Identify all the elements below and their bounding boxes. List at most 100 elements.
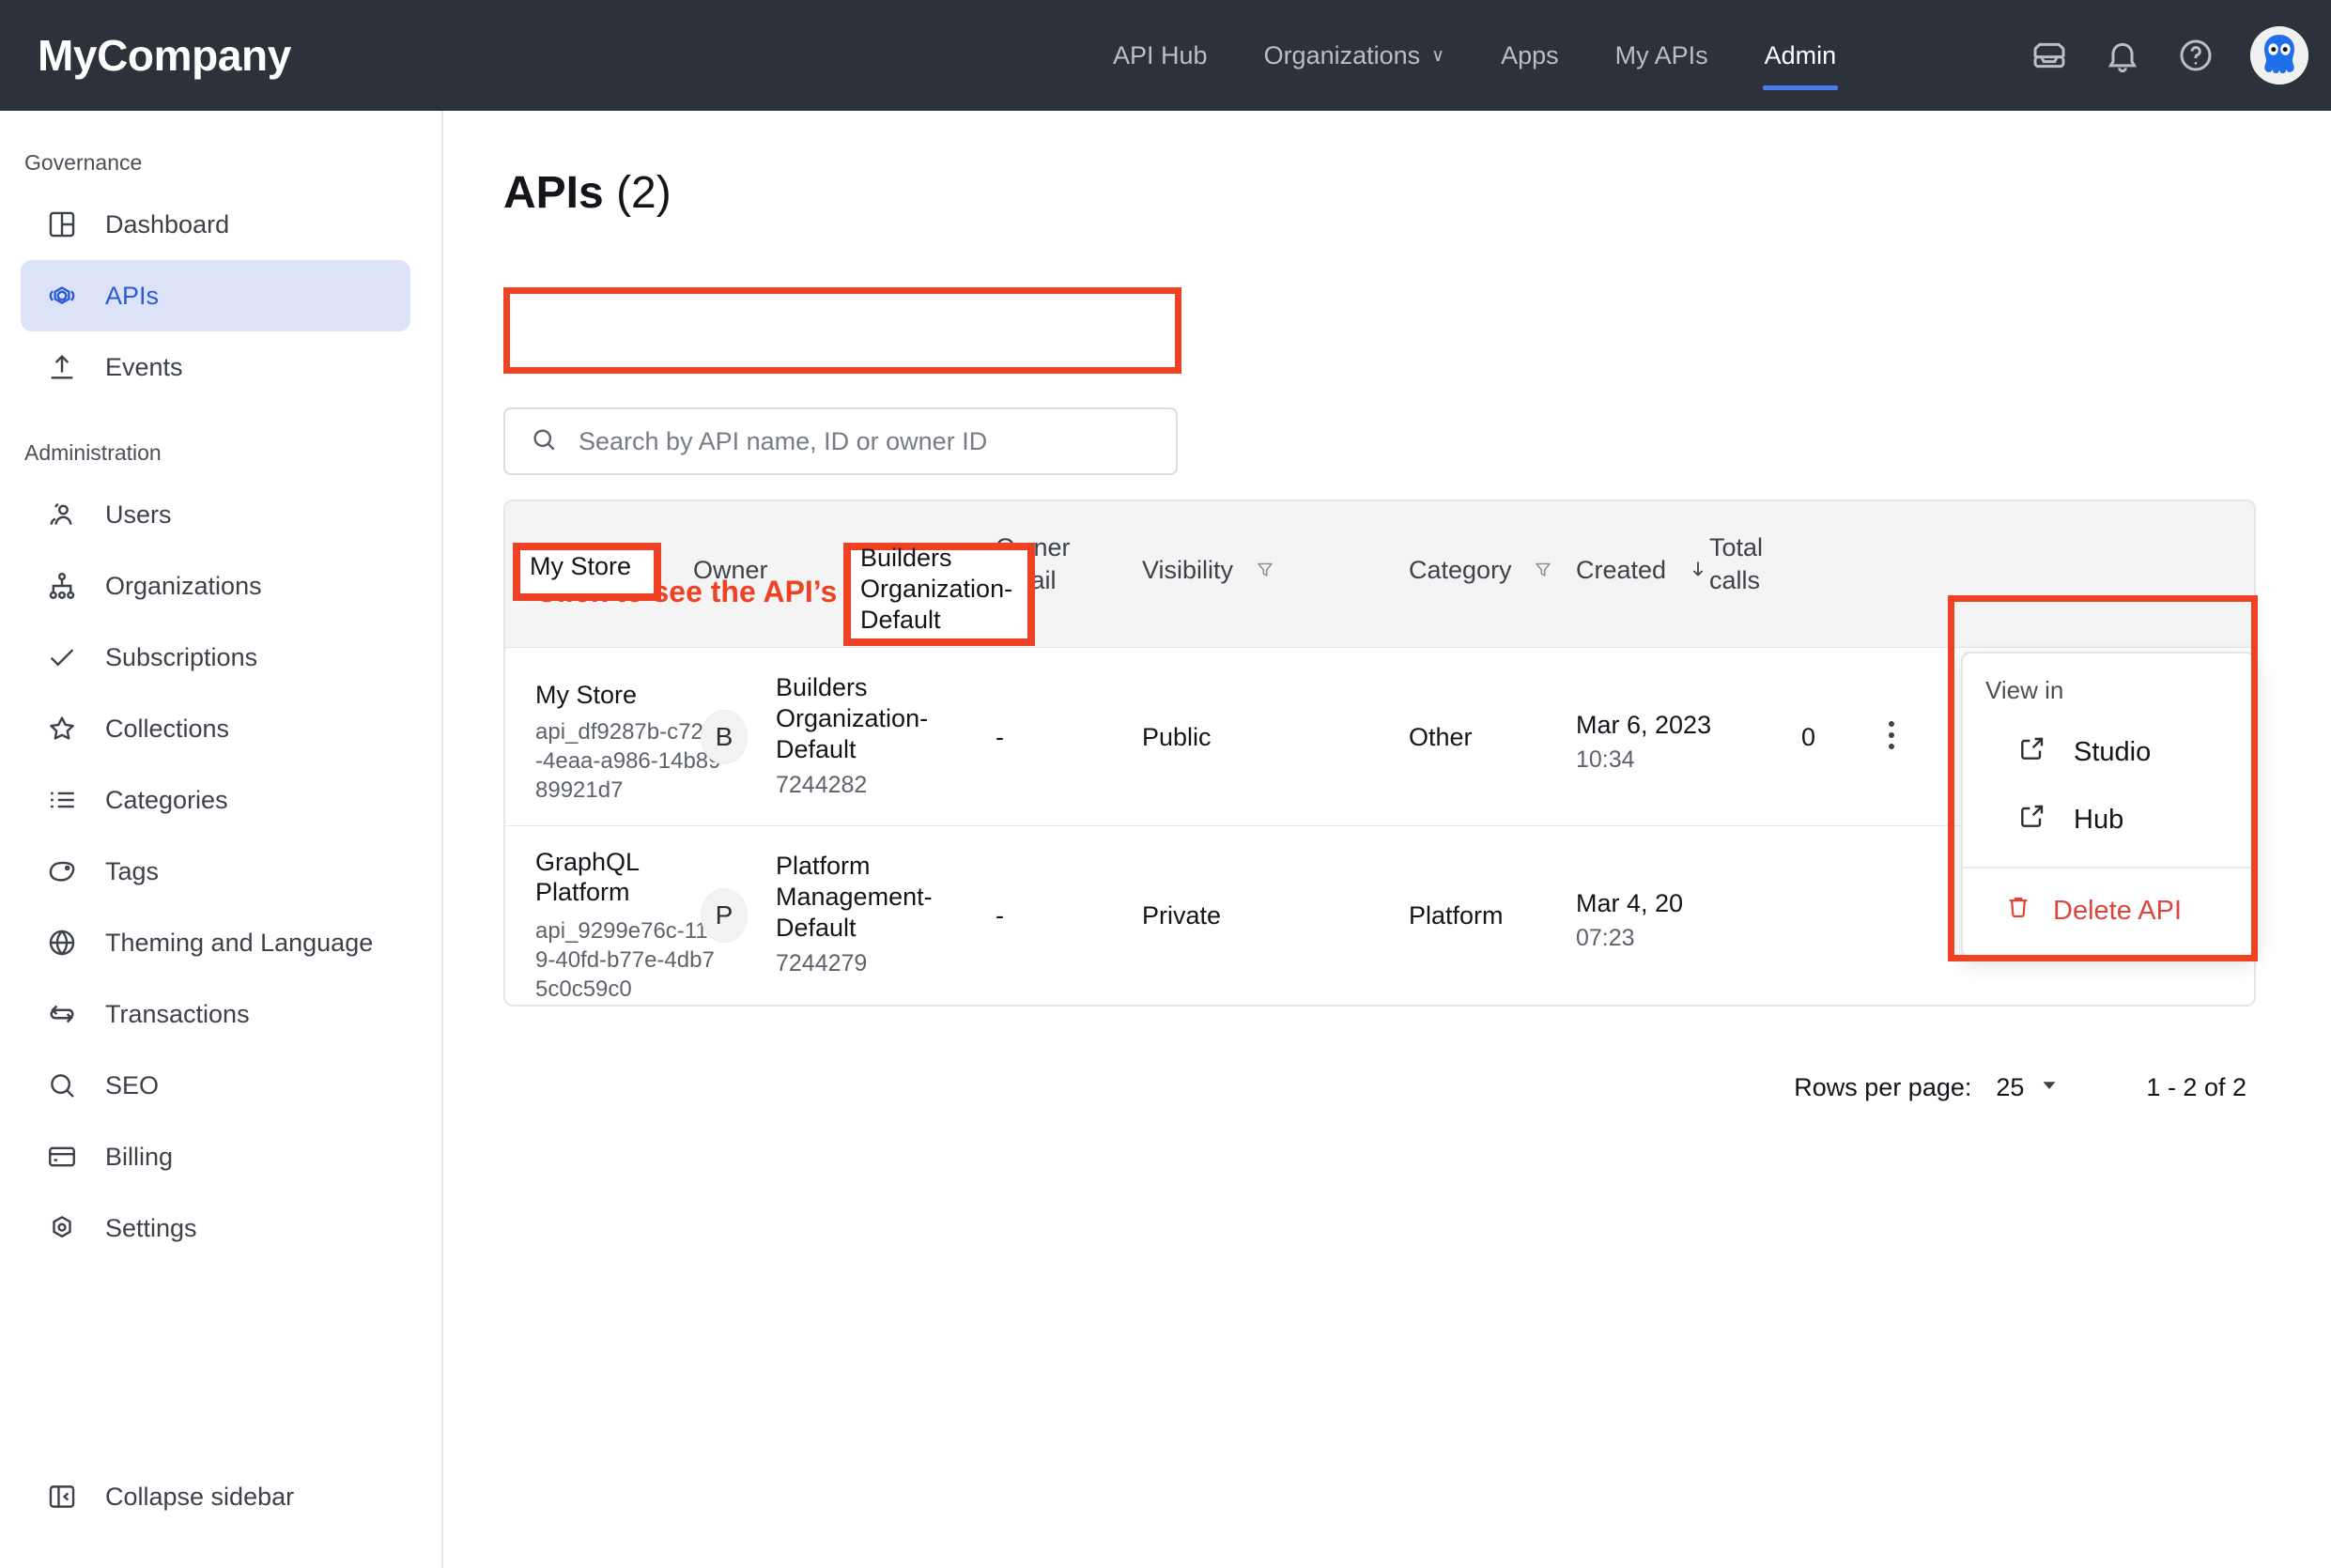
nav-link-apps[interactable]: Apps — [1473, 0, 1587, 111]
sidebar-item-apis[interactable]: APIs — [21, 260, 410, 331]
sidebar-item-subscriptions[interactable]: Subscriptions — [21, 622, 410, 693]
total-calls-value: 0 — [1801, 723, 1815, 752]
nav-link-label: API Hub — [1113, 41, 1208, 70]
nav-link-organizations[interactable]: Organizations ∨ — [1236, 0, 1474, 111]
sidebar-item-categories[interactable]: Categories — [21, 764, 410, 836]
column-header-total-calls[interactable]: Total calls — [1709, 531, 1813, 596]
sidebar-item-seo[interactable]: SEO — [21, 1050, 410, 1121]
credit-card-icon — [45, 1140, 79, 1174]
help-circle-icon[interactable] — [2169, 29, 2222, 82]
sidebar-item-label: Users — [105, 500, 172, 530]
sidebar-item-label: Organizations — [105, 572, 262, 601]
sidebar-item-organizations[interactable]: Organizations — [21, 550, 410, 622]
sort-descending-icon[interactable] — [1687, 557, 1709, 590]
sidebar: Governance Dashboard APIs Events Adminis… — [0, 111, 443, 1568]
dashboard-icon — [45, 208, 79, 241]
settings-gear-icon — [45, 1211, 79, 1245]
sidebar-item-collections[interactable]: Collections — [21, 693, 410, 764]
search-container — [503, 407, 1178, 475]
menu-item-label: Delete API — [2053, 896, 2182, 927]
api-name[interactable]: GraphQL Platform — [535, 847, 714, 908]
chevron-down-icon[interactable] — [2037, 1072, 2061, 1102]
created-value: Mar 6, 2023 10:34 — [1576, 710, 1711, 775]
owner-avatar-initial: P — [701, 888, 748, 943]
table-header-row: Name Owner Owner email Visibility Catego… — [505, 501, 2254, 648]
sidebar-item-label: Settings — [105, 1214, 197, 1243]
column-header-owner-email[interactable]: Owner email — [996, 531, 1108, 596]
inbox-icon[interactable] — [2023, 29, 2076, 82]
sidebar-item-label: Categories — [105, 786, 228, 815]
filter-icon[interactable] — [1532, 557, 1554, 590]
collapse-sidebar-icon — [45, 1480, 79, 1514]
bell-icon[interactable] — [2096, 29, 2149, 82]
api-name[interactable]: My Store — [535, 680, 637, 710]
avatar[interactable] — [2250, 26, 2308, 85]
trash-icon — [2004, 893, 2032, 929]
sidebar-item-label: Subscriptions — [105, 643, 257, 672]
visibility-value: Private — [1142, 901, 1221, 930]
column-header-category[interactable]: Category — [1409, 554, 1554, 590]
sidebar-item-label: Events — [105, 353, 183, 382]
table-footer: Rows per page: 25 1 - 2 of 2 — [503, 1054, 2256, 1120]
search-box[interactable] — [503, 407, 1178, 475]
column-header-label: Visibility — [1142, 556, 1233, 584]
search-input[interactable] — [579, 427, 1104, 456]
sidebar-item-label: Billing — [105, 1143, 173, 1172]
owner-name[interactable]: Builders Organization-Default — [776, 672, 964, 765]
sidebar-item-settings[interactable]: Settings — [21, 1192, 410, 1264]
page-title-count: (2) — [616, 168, 672, 218]
sidebar-section-administration: Administration — [0, 440, 441, 466]
owner-email: - — [996, 901, 1004, 930]
sidebar-item-theming-and-language[interactable]: Theming and Language — [21, 907, 410, 978]
owner-name[interactable]: Platform Management-Default — [776, 851, 964, 944]
collapse-sidebar-button[interactable]: Collapse sidebar — [0, 1461, 441, 1532]
rows-per-page-value[interactable]: 25 — [1996, 1073, 2024, 1102]
external-link-icon — [2017, 801, 2047, 838]
sidebar-item-label: Dashboard — [105, 210, 229, 239]
page-title: APIs (2) — [503, 167, 2331, 219]
column-header-label: Category — [1409, 556, 1512, 584]
search-icon — [45, 1068, 79, 1102]
nav-link-my-apis[interactable]: My APIs — [1587, 0, 1737, 111]
category-value: Platform — [1409, 901, 1504, 930]
annotation-callout-text: Click to see the API’s details — [535, 575, 941, 609]
nav-link-label: My APIs — [1615, 41, 1708, 70]
sidebar-item-dashboard[interactable]: Dashboard — [21, 189, 410, 260]
collapse-sidebar-row[interactable]: Collapse sidebar — [21, 1461, 410, 1532]
filter-icon[interactable] — [1254, 557, 1276, 590]
brand-logo[interactable]: MyCompany — [38, 30, 291, 81]
api-id: api_9299e76c-11c9-40fd-b77e-4db75c0c59c0 — [535, 916, 723, 1005]
menu-item-delete-api[interactable]: Delete API — [1963, 869, 2254, 957]
sidebar-item-transactions[interactable]: Transactions — [21, 978, 410, 1050]
column-header-created[interactable]: Created — [1576, 554, 1709, 590]
chevron-down-icon: ∨ — [1431, 45, 1444, 67]
sidebar-item-tags[interactable]: Tags — [21, 836, 410, 907]
sidebar-item-label: Theming and Language — [105, 929, 373, 958]
sidebar-item-label: Transactions — [105, 1000, 250, 1029]
sidebar-item-label: APIs — [105, 282, 159, 311]
globe-icon — [45, 926, 79, 960]
menu-item-studio[interactable]: Studio — [1963, 718, 2254, 786]
menu-item-hub[interactable]: Hub — [1963, 786, 2254, 853]
row-actions-button[interactable] — [1886, 721, 1897, 749]
nav-link-api-hub[interactable]: API Hub — [1085, 0, 1236, 111]
users-icon — [45, 498, 79, 531]
nav-link-label: Organizations — [1264, 41, 1421, 70]
sidebar-item-events[interactable]: Events — [21, 331, 410, 403]
sidebar-section-governance: Governance — [0, 150, 441, 176]
nav-link-admin[interactable]: Admin — [1737, 0, 1865, 111]
page-range-label: 1 - 2 of 2 — [2146, 1073, 2246, 1102]
sidebar-item-label: SEO — [105, 1071, 159, 1100]
column-header-visibility[interactable]: Visibility — [1142, 554, 1276, 590]
owner-id: 7244282 — [776, 772, 867, 799]
menu-section-label: View in — [1963, 653, 2254, 718]
kebab-menu-icon[interactable] — [1886, 721, 1897, 749]
sidebar-item-billing[interactable]: Billing — [21, 1121, 410, 1192]
external-link-icon — [2017, 733, 2047, 771]
sidebar-item-label: Collections — [105, 715, 229, 744]
menu-item-label: Hub — [2074, 805, 2123, 836]
rows-per-page-label: Rows per page: — [1794, 1073, 1971, 1102]
visibility-value: Public — [1142, 723, 1212, 752]
sidebar-item-users[interactable]: Users — [21, 479, 410, 550]
column-header-label: Created — [1576, 556, 1666, 584]
